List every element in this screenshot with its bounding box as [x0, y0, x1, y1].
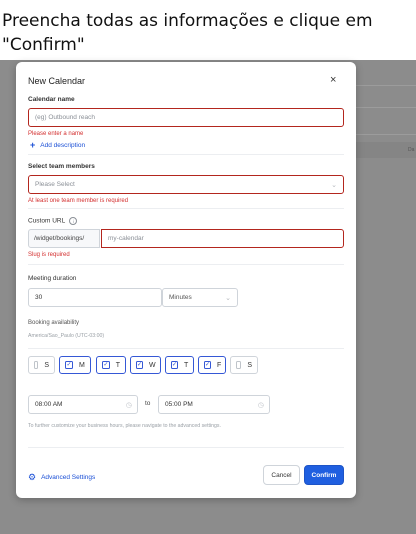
start-time-input[interactable]: 08:00 AM ◷ — [28, 395, 138, 414]
day-checkbox-thursday[interactable]: T — [165, 356, 194, 374]
start-time-value: 08:00 AM — [35, 401, 63, 408]
checkbox-checked-icon — [102, 361, 110, 369]
checkbox-checked-icon — [171, 361, 179, 369]
day-label: W — [149, 361, 156, 369]
confirm-button[interactable]: Confirm — [304, 465, 344, 485]
day-label: S — [247, 361, 252, 369]
duration-value: 30 — [35, 294, 43, 301]
day-checkbox-monday[interactable]: M — [59, 356, 91, 374]
day-label: F — [217, 361, 222, 369]
section-divider — [28, 447, 344, 448]
calendar-name-error: Please enter a name — [28, 131, 84, 137]
background-divider — [355, 134, 416, 135]
day-label: T — [184, 361, 189, 369]
calendar-name-placeholder: (eg) Outbound reach — [35, 114, 95, 121]
checkbox-checked-icon — [65, 361, 73, 369]
day-label: M — [79, 361, 85, 369]
booking-availability-label: Booking availability — [28, 320, 80, 326]
instruction-line-2: "Confirm" — [2, 35, 85, 55]
plus-icon: + — [30, 140, 36, 150]
duration-unit-value: Minutes — [169, 294, 192, 301]
slug-error: Slug is required — [28, 252, 70, 258]
custom-url-label-text: Custom URL — [28, 217, 66, 225]
day-checkbox-tuesday[interactable]: T — [96, 356, 126, 374]
section-divider — [28, 348, 344, 349]
add-description-label: Add description — [40, 141, 86, 149]
checkbox-icon — [236, 361, 242, 369]
chevron-down-icon: ⌄ — [225, 294, 231, 302]
section-divider — [28, 208, 344, 209]
end-time-value: 05:00 PM — [165, 401, 193, 408]
close-icon[interactable]: × — [330, 74, 336, 86]
team-members-placeholder: Please Select — [35, 181, 75, 188]
add-description-link[interactable]: + Add description — [30, 140, 85, 150]
slug-input[interactable]: my-calendar — [101, 229, 344, 248]
advanced-settings-link[interactable]: ⚙ Advanced Settings — [28, 472, 95, 483]
checkbox-icon — [34, 361, 39, 369]
checkbox-checked-icon — [136, 361, 144, 369]
team-members-error: At least one team member is required — [28, 198, 129, 204]
section-divider — [28, 154, 344, 155]
instruction-line-1: Preencha todas as informações e clique e… — [2, 11, 373, 31]
day-checkbox-saturday[interactable]: S — [230, 356, 258, 374]
background-divider — [355, 85, 416, 86]
gear-icon: ⚙ — [28, 472, 37, 482]
background-column-label: Da — [408, 147, 415, 153]
checkbox-checked-icon — [204, 361, 212, 369]
calendar-name-label: Calendar name — [28, 96, 75, 103]
team-members-select[interactable]: Please Select ⌄ — [28, 175, 344, 194]
task-instruction: Preencha todas as informações e clique e… — [0, 0, 416, 60]
business-hours-hint: To further customize your business hours… — [28, 423, 221, 429]
calendar-name-input[interactable]: (eg) Outbound reach — [28, 108, 344, 127]
background-table-header — [355, 142, 416, 158]
team-members-label: Select team members — [28, 163, 95, 170]
time-range-separator: to — [145, 400, 151, 407]
meeting-duration-label: Meeting duration — [28, 275, 77, 282]
timezone-label: America/Sao_Paulo (UTC-03:00) — [28, 333, 105, 339]
end-time-input[interactable]: 05:00 PM ◷ — [158, 395, 270, 414]
info-icon[interactable]: i — [69, 217, 78, 225]
day-checkbox-sunday[interactable]: S — [28, 356, 55, 374]
section-divider — [28, 264, 344, 265]
duration-input[interactable]: 30 — [28, 288, 162, 307]
day-label: S — [44, 361, 49, 369]
url-prefix: /widget/bookings/ — [28, 229, 100, 248]
clock-icon: ◷ — [125, 401, 132, 409]
custom-url-label: Custom URL i — [28, 217, 78, 225]
duration-unit-select[interactable]: Minutes ⌄ — [162, 288, 238, 307]
advanced-settings-label: Advanced Settings — [41, 474, 96, 481]
clock-icon: ◷ — [257, 401, 264, 409]
background-divider — [355, 107, 416, 108]
day-label: T — [115, 361, 120, 369]
modal-title: New Calendar — [28, 76, 86, 86]
cancel-button[interactable]: Cancel — [263, 465, 300, 485]
slug-placeholder: my-calendar — [108, 235, 144, 242]
new-calendar-modal: New Calendar × Calendar name (eg) Outbou… — [16, 62, 356, 498]
day-checkbox-friday[interactable]: F — [198, 356, 226, 374]
day-checkbox-wednesday[interactable]: W — [130, 356, 161, 374]
chevron-down-icon: ⌄ — [331, 181, 337, 189]
